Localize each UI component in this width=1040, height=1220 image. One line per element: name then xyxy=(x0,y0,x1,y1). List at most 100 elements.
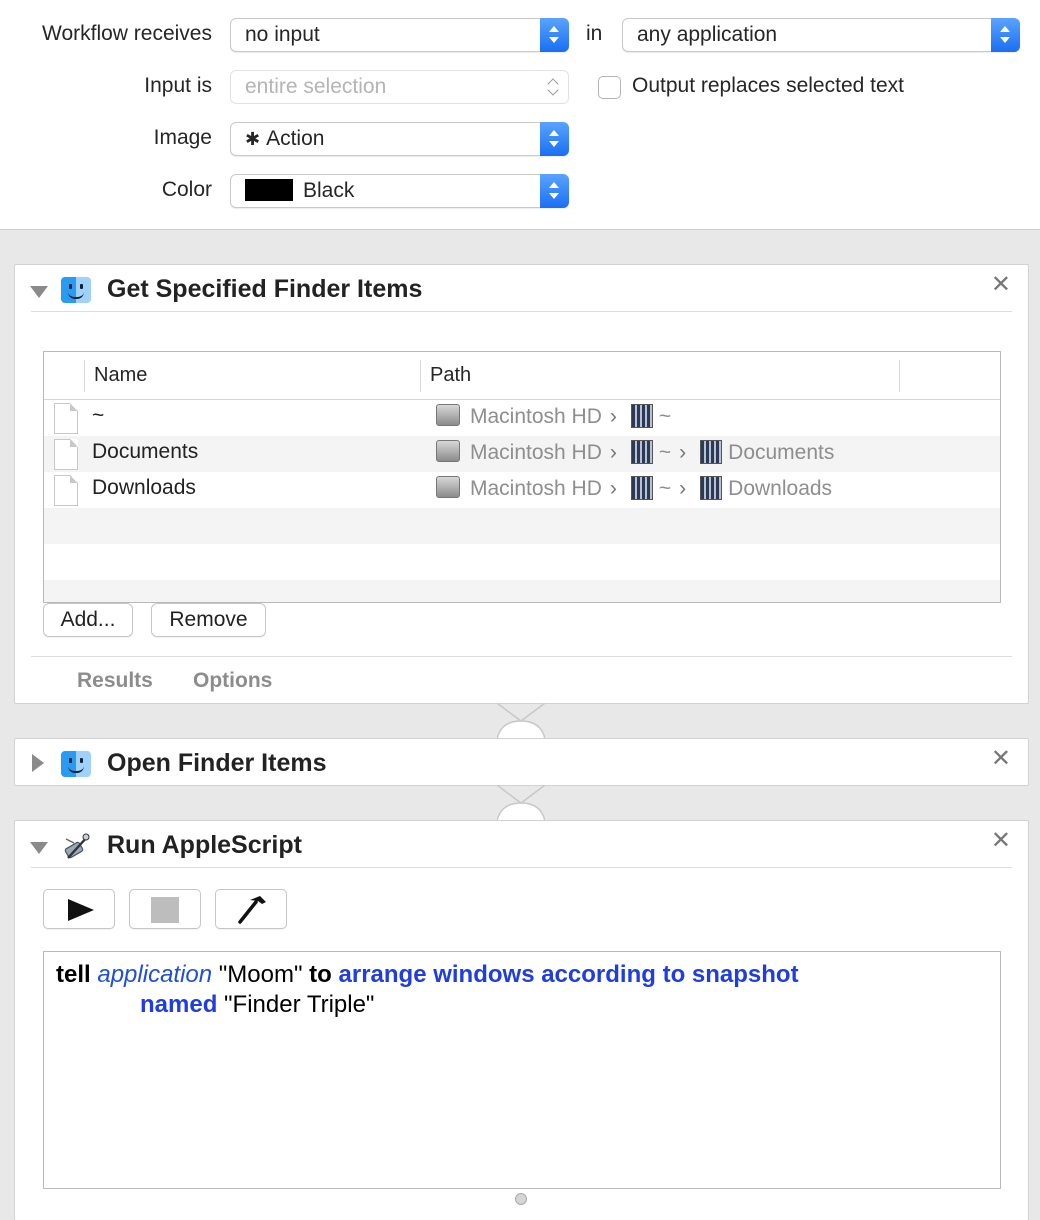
empty-row xyxy=(44,508,1000,544)
gear-icon: ✱ xyxy=(245,129,261,149)
path-segment: ~ xyxy=(658,441,672,464)
finder-icon xyxy=(61,277,91,303)
code-line: tell application "Moom" to arrange windo… xyxy=(56,960,988,990)
divider xyxy=(31,867,1012,868)
application-value: any application xyxy=(637,23,778,46)
disclosure-triangle-icon[interactable] xyxy=(30,842,48,854)
run-button[interactable] xyxy=(43,889,115,929)
hard-drive-icon xyxy=(436,440,460,462)
document-icon xyxy=(54,475,78,506)
column-header-name[interactable]: Name xyxy=(94,364,147,387)
path-segment: Downloads xyxy=(728,477,833,500)
table-header: Name Path xyxy=(44,352,1000,400)
tab-options[interactable]: Options xyxy=(193,669,272,693)
hard-drive-icon xyxy=(436,476,460,498)
action-open-finder-items: Open Finder Items ✕ xyxy=(14,738,1029,786)
workflow-receives-value: no input xyxy=(245,23,320,46)
close-icon[interactable]: ✕ xyxy=(991,747,1011,771)
table-row[interactable]: Documents Macintosh HD › ~ › Documents xyxy=(44,436,1000,472)
image-value: Action xyxy=(266,127,325,150)
folder-icon xyxy=(700,440,723,464)
color-swatch xyxy=(245,179,293,201)
row-path: Macintosh HD › ~ › Downloads xyxy=(436,476,832,501)
action-header: Get Specified Finder Items ✕ xyxy=(15,265,1028,311)
disclosure-triangle-icon[interactable] xyxy=(32,754,44,772)
chevron-right-icon: › xyxy=(679,477,687,500)
folder-icon xyxy=(700,476,723,500)
compile-button[interactable] xyxy=(215,889,287,929)
play-icon xyxy=(68,899,94,921)
chevron-right-icon: › xyxy=(609,405,617,428)
row-path: Macintosh HD › ~ › Documents xyxy=(436,440,834,465)
stop-icon xyxy=(151,897,179,923)
row-name: Documents xyxy=(92,440,199,463)
in-label: in xyxy=(586,22,603,45)
code-line: named "Finder Triple" xyxy=(56,990,988,1020)
popup-arrows-icon xyxy=(540,174,569,208)
code-command: arrange windows according to snapshot xyxy=(338,961,799,988)
path-segment: Macintosh HD xyxy=(470,405,602,428)
popup-arrows-icon xyxy=(540,18,569,52)
code-class-application: application xyxy=(97,961,213,988)
row-name: Downloads xyxy=(92,476,196,499)
color-value: Black xyxy=(303,179,355,202)
script-editor-icon xyxy=(64,833,90,859)
action-header: Run AppleScript ✕ xyxy=(15,821,1028,867)
path-segment: ~ xyxy=(658,477,672,500)
input-is-popup[interactable]: entire selection xyxy=(230,70,569,104)
image-popup[interactable]: ✱ Action xyxy=(230,122,569,156)
code-string-app-name: "Moom" xyxy=(218,961,303,988)
applescript-editor[interactable]: tell application "Moom" to arrange windo… xyxy=(43,951,1001,1189)
path-segment: ~ xyxy=(658,405,672,428)
path-segment: Documents xyxy=(728,441,835,464)
action-title: Get Specified Finder Items xyxy=(107,275,423,303)
path-segment: Macintosh HD xyxy=(470,441,602,464)
code-string-snapshot-name: "Finder Triple" xyxy=(224,991,375,1018)
popup-arrows-icon xyxy=(546,71,562,105)
close-icon[interactable]: ✕ xyxy=(991,829,1011,853)
document-icon xyxy=(54,439,78,470)
output-replaces-checkbox[interactable] xyxy=(598,76,621,99)
add-button[interactable]: Add... xyxy=(43,603,133,637)
code-keyword-tell: tell xyxy=(56,961,91,988)
popup-arrows-icon xyxy=(540,122,569,156)
empty-row xyxy=(44,544,1000,580)
empty-row xyxy=(44,580,1000,602)
finder-items-table: Name Path ~ Macintosh HD › ~ Documents Mac… xyxy=(43,351,1001,603)
tab-results[interactable]: Results xyxy=(77,669,153,693)
chevron-right-icon: › xyxy=(679,441,687,464)
input-is-value: entire selection xyxy=(245,75,387,98)
workflow-settings: Workflow receives no input in any applic… xyxy=(0,0,1040,230)
popup-arrows-icon xyxy=(991,18,1020,52)
table-row[interactable]: ~ Macintosh HD › ~ xyxy=(44,400,1000,436)
workflow-receives-popup[interactable]: no input xyxy=(230,18,569,52)
path-segment: Macintosh HD xyxy=(470,477,602,500)
column-header-path[interactable]: Path xyxy=(430,364,471,387)
color-popup[interactable]: Black xyxy=(230,174,569,208)
code-keyword-to: to xyxy=(309,961,332,988)
action-connector xyxy=(497,703,545,739)
finder-icon xyxy=(61,751,91,777)
close-icon[interactable]: ✕ xyxy=(991,273,1011,297)
output-replaces-label: Output replaces selected text xyxy=(632,74,904,97)
folder-icon xyxy=(630,404,653,428)
workflow-receives-label: Workflow receives xyxy=(42,22,212,45)
action-get-specified-finder-items: Get Specified Finder Items ✕ Name Path ~… xyxy=(14,264,1029,704)
resize-handle[interactable] xyxy=(515,1193,527,1205)
row-name: ~ xyxy=(92,404,105,427)
remove-button[interactable]: Remove xyxy=(151,603,266,637)
column-divider xyxy=(420,360,421,392)
chevron-right-icon: › xyxy=(609,441,617,464)
column-divider xyxy=(84,360,85,392)
code-command-named: named xyxy=(140,991,218,1018)
folder-icon xyxy=(630,476,653,500)
disclosure-triangle-icon[interactable] xyxy=(30,286,48,298)
color-label: Color xyxy=(161,178,212,201)
row-path: Macintosh HD › ~ xyxy=(436,404,671,429)
table-row[interactable]: Downloads Macintosh HD › ~ › Downloads xyxy=(44,472,1000,508)
stop-button[interactable] xyxy=(129,889,201,929)
application-popup[interactable]: any application xyxy=(622,18,1020,52)
folder-icon xyxy=(630,440,653,464)
input-is-label: Input is xyxy=(144,74,212,97)
image-label: Image xyxy=(153,126,212,149)
